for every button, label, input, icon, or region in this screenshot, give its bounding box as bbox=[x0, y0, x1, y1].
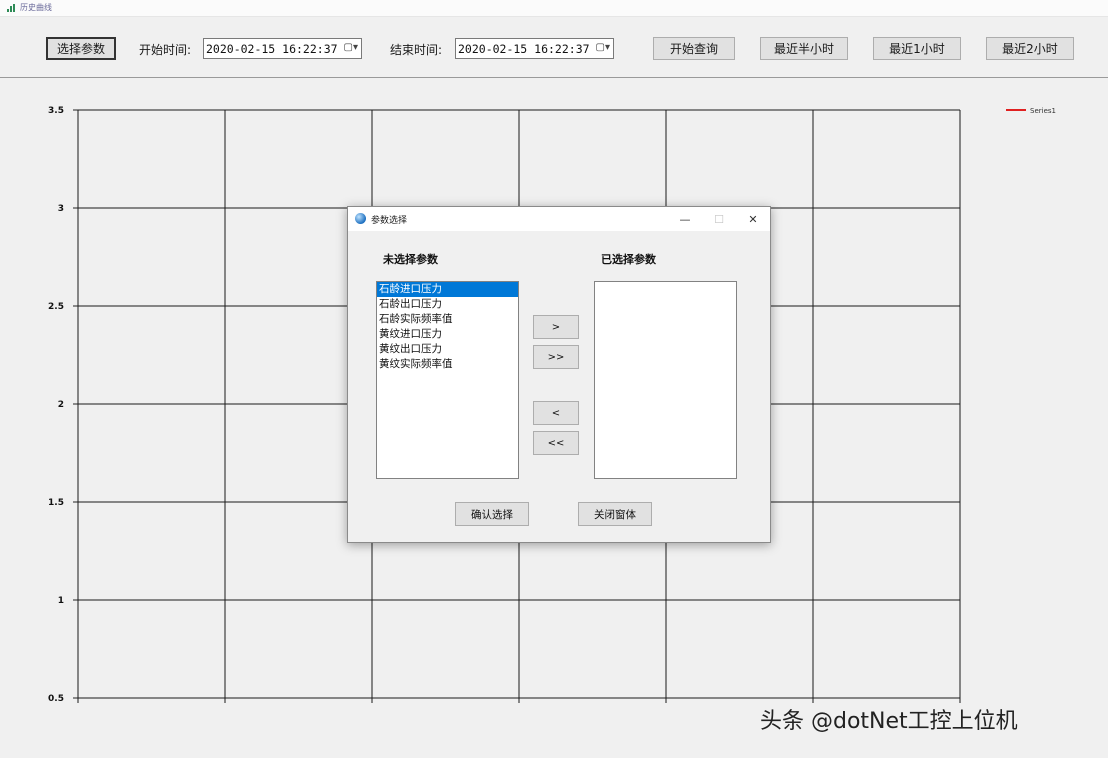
y-tick-label: 1.5 bbox=[48, 498, 64, 508]
start-time-label: 开始时间: bbox=[139, 43, 192, 57]
dialog-title: 参数选择 bbox=[371, 216, 408, 226]
calendar-dropdown-icon[interactable]: ▢▾ bbox=[596, 42, 610, 53]
close-icon[interactable]: ✕ bbox=[743, 210, 763, 228]
y-tick-label: 0.5 bbox=[48, 694, 64, 704]
list-item[interactable]: 黄纹进口压力 bbox=[377, 327, 518, 342]
selected-params-list[interactable] bbox=[594, 281, 737, 479]
legend-label: Series1 bbox=[1030, 107, 1056, 115]
window-title: 历史曲线 bbox=[20, 3, 52, 12]
chart-icon bbox=[7, 4, 15, 12]
y-tick-label: 2.5 bbox=[48, 302, 64, 312]
y-tick-label: 1 bbox=[58, 596, 64, 606]
add-all-button[interactable]: >> bbox=[533, 345, 579, 369]
selected-params-label: 已选择参数 bbox=[601, 253, 656, 266]
remove-all-button[interactable]: << bbox=[533, 431, 579, 455]
list-item[interactable]: 石龄出口压力 bbox=[377, 297, 518, 312]
calendar-dropdown-icon[interactable]: ▢▾ bbox=[344, 42, 358, 53]
end-time-picker[interactable]: 2020-02-15 16:22:37 ▢▾ bbox=[455, 38, 614, 59]
remove-one-button[interactable]: < bbox=[533, 401, 579, 425]
last-two-hour-button[interactable]: 最近2小时 bbox=[986, 37, 1074, 60]
maximize-icon: ☐ bbox=[714, 212, 724, 226]
y-tick-label: 3.5 bbox=[48, 106, 64, 116]
unselected-params-label: 未选择参数 bbox=[383, 253, 438, 266]
add-one-button[interactable]: > bbox=[533, 315, 579, 339]
close-dialog-button[interactable]: 关闭窗体 bbox=[578, 502, 652, 526]
list-item[interactable]: 黄纹出口压力 bbox=[377, 342, 518, 357]
start-query-button[interactable]: 开始查询 bbox=[653, 37, 735, 60]
y-tick-label: 2 bbox=[58, 400, 64, 410]
confirm-selection-button[interactable]: 确认选择 bbox=[455, 502, 529, 526]
minimize-icon[interactable]: — bbox=[675, 210, 695, 228]
last-one-hour-button[interactable]: 最近1小时 bbox=[873, 37, 961, 60]
toolbar: 选择参数 开始时间: 2020-02-15 16:22:37 ▢▾ 结束时间: … bbox=[0, 17, 1108, 78]
list-item[interactable]: 石龄实际频率值 bbox=[377, 312, 518, 327]
y-tick-label: 3 bbox=[58, 204, 64, 214]
end-time-label: 结束时间: bbox=[390, 43, 443, 57]
list-item[interactable]: 石龄进口压力 bbox=[377, 282, 518, 297]
select-params-button[interactable]: 选择参数 bbox=[46, 37, 116, 60]
last-half-hour-button[interactable]: 最近半小时 bbox=[760, 37, 848, 60]
watermark-text: 头条 @dotNet工控上位机 bbox=[760, 709, 1018, 734]
dialog-titlebar[interactable]: 参数选择 — ☐ ✕ bbox=[348, 207, 770, 231]
unselected-params-list[interactable]: 石龄进口压力 石龄出口压力 石龄实际频率值 黄纹进口压力 黄纹出口压力 黄纹实际频率值 bbox=[376, 281, 519, 479]
globe-icon bbox=[355, 213, 366, 224]
param-select-dialog: 参数选择 — ☐ ✕ 未选择参数 已选择参数 石龄进口压力 石龄出口压力 石龄实际频… bbox=[347, 206, 771, 543]
window-titlebar: 历史曲线 bbox=[0, 0, 1108, 17]
list-item[interactable]: 黄纹实际频率值 bbox=[377, 357, 518, 372]
start-time-value: 2020-02-15 16:22:37 bbox=[206, 41, 338, 56]
end-time-value: 2020-02-15 16:22:37 bbox=[458, 41, 590, 56]
start-time-picker[interactable]: 2020-02-15 16:22:37 ▢▾ bbox=[203, 38, 362, 59]
